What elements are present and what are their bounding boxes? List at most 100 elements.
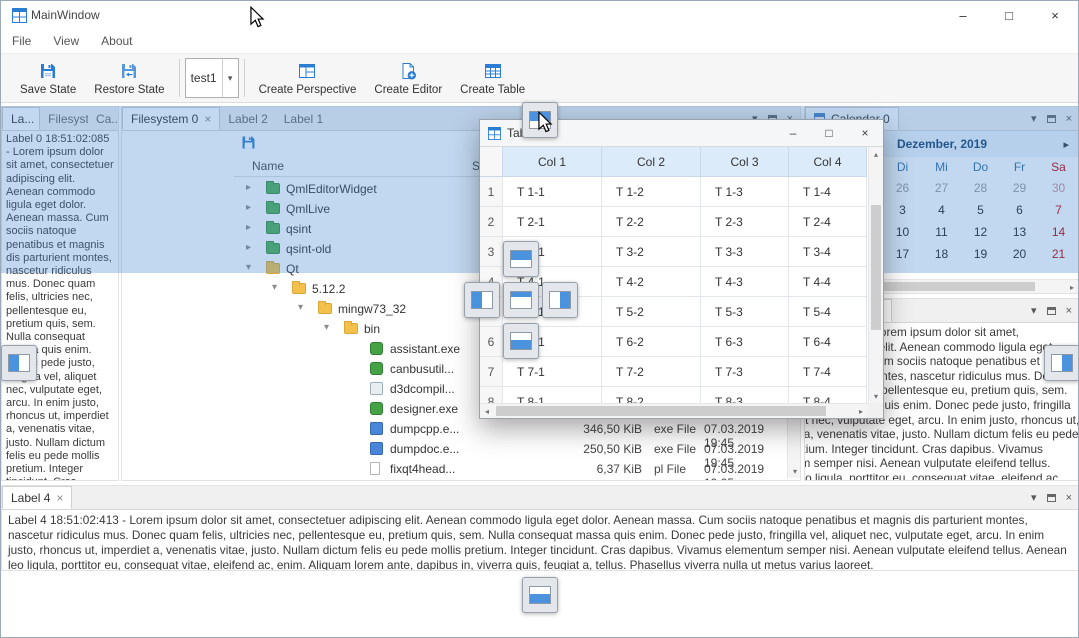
tree-item[interactable]: fixqt4head...6,37 KiBpl File07.03.2019 1… xyxy=(234,459,787,479)
table-cell[interactable]: T 6-3 xyxy=(701,327,789,357)
exe-blue-icon xyxy=(370,442,383,455)
row-header[interactable]: 8 xyxy=(480,387,503,403)
column-header[interactable]: Col 4 xyxy=(789,147,867,177)
row-header[interactable]: 1 xyxy=(480,177,503,207)
table-cell[interactable]: T 5-4 xyxy=(789,297,867,327)
table-cell[interactable]: T 6-4 xyxy=(789,327,867,357)
scroll-down-icon[interactable]: ▾ xyxy=(788,464,800,478)
table-cell[interactable]: T 4-2 xyxy=(602,267,701,297)
scroll-up-icon[interactable]: ▴ xyxy=(869,147,883,161)
row-header[interactable]: 2 xyxy=(480,207,503,237)
dock-close-button[interactable]: × xyxy=(1066,492,1072,504)
perspective-icon xyxy=(297,61,317,81)
drop-indicator-glyph xyxy=(8,354,30,372)
table-cell[interactable]: T 6-2 xyxy=(602,327,701,357)
maximize-button[interactable]: □ xyxy=(811,120,847,146)
dock-title-buttons: ▾ × xyxy=(1024,299,1079,322)
tree-item-name: fixqt4head... xyxy=(390,462,455,476)
save-state-label: Save State xyxy=(20,84,76,96)
column-header[interactable]: Col 2 xyxy=(602,147,701,177)
scrollbar-thumb[interactable] xyxy=(496,406,826,416)
table-cell[interactable]: T 7-4 xyxy=(789,357,867,387)
tree-item[interactable]: dumpdoc.e...250,50 KiBexe File07.03.2019… xyxy=(234,439,787,459)
drop-indicator-dock-left[interactable] xyxy=(464,282,500,318)
dock-menu-button[interactable]: ▾ xyxy=(1031,304,1037,317)
tree-expander-icon[interactable]: ▾ xyxy=(298,302,303,313)
drop-indicator-glyph xyxy=(510,291,532,309)
minimize-button[interactable]: – xyxy=(940,1,986,29)
file-type: exe File xyxy=(654,442,696,456)
table-cell[interactable]: T 3-4 xyxy=(789,237,867,267)
tab-close-icon[interactable]: × xyxy=(56,492,63,504)
scroll-right-icon[interactable]: ▸ xyxy=(854,404,868,418)
drop-indicator-dock-bottom[interactable] xyxy=(503,323,539,359)
column-header[interactable]: Col 3 xyxy=(701,147,789,177)
restore-state-button[interactable]: Restore State xyxy=(85,58,173,99)
table-cell[interactable]: T 5-3 xyxy=(701,297,789,327)
table-cell[interactable]: T 8-1 xyxy=(503,387,602,403)
perspective-select[interactable]: test1 ▾ xyxy=(185,58,239,98)
drop-indicator-container-right[interactable] xyxy=(1044,345,1079,381)
close-button[interactable]: × xyxy=(1032,1,1078,29)
dock-title-buttons: ▾ × xyxy=(1024,486,1079,509)
drop-indicator-dock-top[interactable] xyxy=(503,241,539,277)
row-header[interactable]: 3 xyxy=(480,237,503,267)
table-cell[interactable]: T 7-3 xyxy=(701,357,789,387)
table-cell[interactable]: T 1-1 xyxy=(503,177,602,207)
drop-indicator-container-bottom[interactable] xyxy=(522,577,558,613)
chevron-down-icon: ▾ xyxy=(222,59,238,97)
table-vertical-scrollbar[interactable]: ▴ ▾ xyxy=(868,147,883,403)
drop-indicator-dock-right[interactable] xyxy=(542,282,578,318)
menu-about[interactable]: About xyxy=(90,30,143,52)
table-cell[interactable]: T 2-1 xyxy=(503,207,602,237)
tree-expander-icon[interactable]: ▾ xyxy=(272,282,277,293)
table-cell[interactable]: T 5-2 xyxy=(602,297,701,327)
scroll-right-icon[interactable]: ▸ xyxy=(1065,280,1079,293)
table-cell[interactable]: T 7-1 xyxy=(503,357,602,387)
tree-item[interactable]: dumpcpp.e...346,50 KiBexe File07.03.2019… xyxy=(234,419,787,439)
scrollbar-thumb[interactable] xyxy=(871,205,881,330)
column-header[interactable]: Col 1 xyxy=(503,147,602,177)
minimize-button[interactable]: – xyxy=(775,120,811,146)
table-cell[interactable]: T 2-2 xyxy=(602,207,701,237)
maximize-button[interactable]: □ xyxy=(986,1,1032,29)
drop-indicator-container-left[interactable] xyxy=(1,345,37,381)
tab-label-4[interactable]: Label 4 × xyxy=(2,486,72,509)
dock-close-button[interactable]: × xyxy=(1066,305,1072,317)
table-cell[interactable]: T 2-4 xyxy=(789,207,867,237)
table-cell[interactable]: T 1-3 xyxy=(701,177,789,207)
close-button[interactable]: × xyxy=(847,120,883,146)
dock-menu-button[interactable]: ▾ xyxy=(1031,491,1037,504)
table-cell[interactable]: T 3-3 xyxy=(701,237,789,267)
create-table-button[interactable]: Create Table xyxy=(451,58,534,99)
table-cell[interactable]: T 7-2 xyxy=(602,357,701,387)
table-cell[interactable]: T 8-3 xyxy=(701,387,789,403)
table-corner xyxy=(480,147,503,177)
folder-icon xyxy=(318,303,332,314)
floating-window-table-0[interactable]: Table 0 – □ × Col 1Col 2Col 3Col 41T 1-1… xyxy=(479,119,884,419)
drop-indicator-dock-center[interactable] xyxy=(503,282,539,318)
create-perspective-button[interactable]: Create Perspective xyxy=(250,58,366,99)
menu-file[interactable]: File xyxy=(1,30,42,52)
table-cell[interactable]: T 1-4 xyxy=(789,177,867,207)
save-state-button[interactable]: Save State xyxy=(11,58,85,99)
dock-float-button[interactable] xyxy=(1047,494,1056,502)
table-cell[interactable]: T 4-4 xyxy=(789,267,867,297)
drop-indicator-glyph xyxy=(510,250,532,268)
create-editor-button[interactable]: Create Editor xyxy=(365,58,451,99)
dock-float-button[interactable] xyxy=(1047,307,1056,315)
row-header[interactable]: 6 xyxy=(480,327,503,357)
tree-expander-icon[interactable]: ▾ xyxy=(324,322,329,333)
scroll-down-icon[interactable]: ▾ xyxy=(869,389,883,403)
table-cell[interactable]: T 8-2 xyxy=(602,387,701,403)
table-cell[interactable]: T 4-3 xyxy=(701,267,789,297)
scroll-left-icon[interactable]: ◂ xyxy=(480,404,494,418)
table-cell[interactable]: T 2-3 xyxy=(701,207,789,237)
table-row: 2T 2-1T 2-2T 2-3T 2-4 xyxy=(480,207,868,237)
menu-view[interactable]: View xyxy=(42,30,90,52)
row-header[interactable]: 7 xyxy=(480,357,503,387)
table-cell[interactable]: T 8-4 xyxy=(789,387,867,403)
table-cell[interactable]: T 3-2 xyxy=(602,237,701,267)
table-horizontal-scrollbar[interactable]: ◂ ▸ xyxy=(480,403,868,418)
table-cell[interactable]: T 1-2 xyxy=(602,177,701,207)
